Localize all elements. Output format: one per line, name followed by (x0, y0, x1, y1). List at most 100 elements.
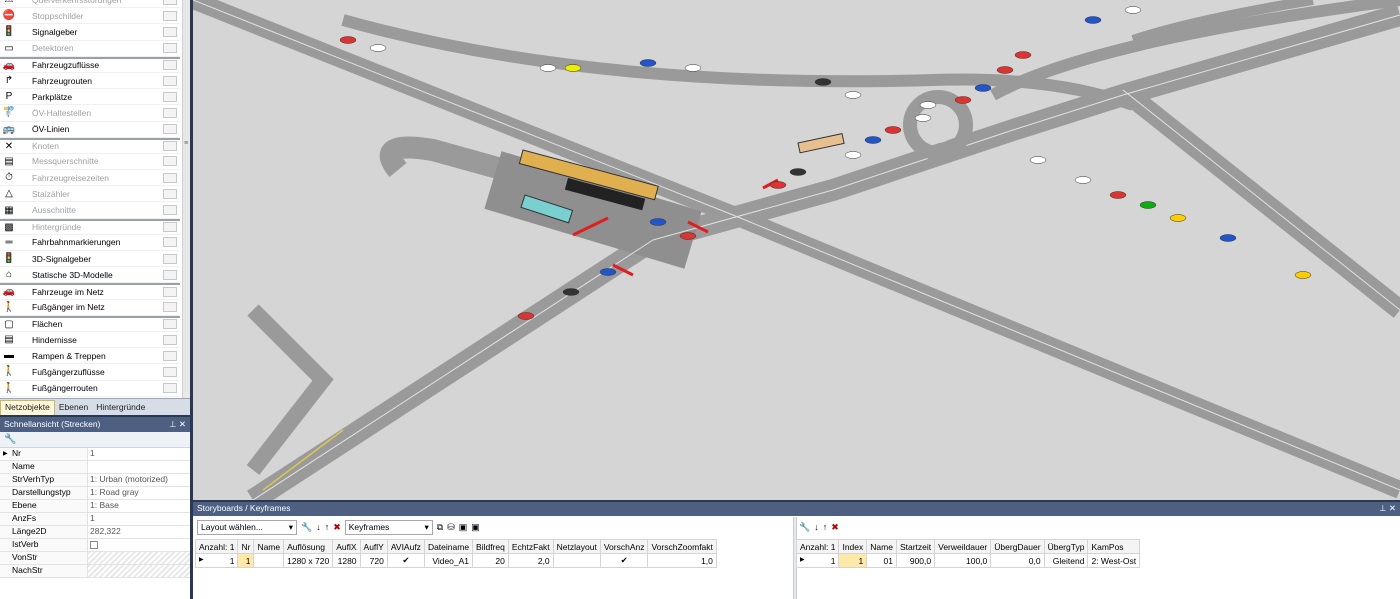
sort-desc-icon[interactable]: ↑ (325, 522, 330, 532)
net-object-row[interactable]: ═ Fahrbahnmarkierungen (0, 235, 180, 251)
net-object-row[interactable]: ⛔ Stoppschilder (0, 8, 180, 25)
quickview-row[interactable]: Name (0, 461, 190, 474)
column-header[interactable]: Startzeit (895, 539, 936, 554)
table-cell[interactable]: 1 (237, 553, 255, 568)
net-object-row[interactable]: 🚗 Fahrzeuge im Netz (0, 283, 180, 300)
quickview-row[interactable]: IstVerb (0, 539, 190, 552)
attribute-value[interactable]: 282,322 (88, 526, 190, 538)
copy-icon[interactable]: ⧉ (437, 522, 443, 533)
net-object-row[interactable]: ▤ Hindernisse (0, 332, 180, 349)
graphic-params-swatch[interactable] (163, 366, 177, 377)
net-object-row[interactable]: ⚠Querverkehrsstörungen (0, 0, 180, 9)
net-object-row[interactable]: ⌂ Statische 3D-Modelle (0, 267, 180, 284)
table-cell[interactable]: 0,0 (990, 553, 1045, 568)
attribute-value[interactable]: 1 (88, 448, 190, 460)
graphic-params-swatch[interactable] (163, 172, 177, 183)
graphic-params-swatch[interactable] (163, 26, 177, 37)
tab-hintergruende[interactable]: Hintergründe (92, 401, 149, 415)
attribute-value[interactable] (88, 461, 190, 473)
column-header[interactable]: Netzlayout (552, 539, 601, 554)
graphic-params-swatch[interactable] (163, 302, 177, 313)
column-header[interactable]: VorschZoomfakt (647, 539, 717, 554)
delete-icon[interactable]: ✖ (831, 522, 839, 533)
quickview-row[interactable]: VonStr (0, 552, 190, 565)
net-object-row[interactable]: ⏱ Fahrzeugreisezeiten (0, 170, 180, 187)
table-cell[interactable]: ▶ 1 (194, 553, 239, 568)
table-row[interactable]: ▶ 1 1 01 900,0 100,0 0,0 Gleitend 2: West-Ost (795, 553, 1141, 568)
column-header[interactable]: Anzahl: 1 (795, 539, 840, 554)
column-header[interactable]: KamPos (1087, 539, 1141, 554)
net-object-row[interactable]: △ Staizähler (0, 186, 180, 203)
column-header[interactable]: Verweildauer (934, 539, 992, 554)
net-object-row[interactable]: ✕ Knoten (0, 137, 180, 154)
table-cell[interactable]: ✔ (599, 553, 649, 568)
table-cell[interactable]: ✔ (386, 553, 425, 568)
table-cell[interactable]: 1 (838, 553, 868, 568)
net-object-row[interactable]: ↱ Fahrzeugrouten (0, 73, 180, 90)
column-header[interactable]: Name (253, 539, 285, 554)
column-header[interactable]: Auflösung (283, 539, 334, 554)
graphic-params-swatch[interactable] (163, 188, 177, 199)
net-object-row[interactable]: 🚦 Signalgeber (0, 24, 180, 41)
quickview-row[interactable]: Ebene 1: Base (0, 500, 190, 513)
graphic-params-swatch[interactable] (163, 141, 177, 152)
table-cell[interactable]: 1,0 (647, 553, 717, 568)
table-cell[interactable]: 20 (472, 553, 509, 568)
network-3d-viewport[interactable] (193, 0, 1400, 500)
sort-asc-icon[interactable]: ↓ (316, 522, 321, 532)
graphic-params-swatch[interactable] (163, 269, 177, 280)
table-cell[interactable]: Gleitend (1043, 553, 1089, 568)
column-header[interactable]: Anzahl: 1 (194, 539, 239, 554)
graphic-params-swatch[interactable] (163, 156, 177, 167)
column-header[interactable]: Name (866, 539, 897, 554)
table-cell[interactable]: ▶ 1 (795, 553, 840, 568)
table-cell[interactable]: 720 (359, 553, 388, 568)
table-cell[interactable]: 1280 (332, 553, 361, 568)
pin-close-icons[interactable]: ⊥ ✕ (169, 419, 186, 430)
storyboards-table[interactable]: Anzahl: 1 Nr Name Auflösung AuflX AuflY AVIAuf… (194, 539, 717, 568)
graphic-params-swatch[interactable] (163, 319, 177, 330)
net-object-row[interactable]: 🚶 Fußgängerzuflüsse (0, 364, 180, 381)
net-object-row[interactable]: P Parkplätze (0, 89, 180, 106)
net-object-row[interactable]: 🚏 ÖV-Haltestellen (0, 105, 180, 122)
quickview-row[interactable]: NachStr (0, 565, 190, 578)
graphic-params-swatch[interactable] (163, 286, 177, 297)
pin-close-icons[interactable]: ⊥ ✕ (1379, 503, 1396, 515)
graphic-params-swatch[interactable] (163, 43, 177, 54)
table-cell[interactable]: 2,0 (507, 553, 554, 568)
table-cell[interactable] (552, 553, 601, 568)
database-icon[interactable]: ⛁ (447, 522, 455, 533)
net-object-row[interactable]: ▤ Messquerschnitte (0, 154, 180, 171)
column-header[interactable]: AuflX (332, 539, 361, 554)
net-object-row[interactable]: 🚌 ÖV-Linien (0, 122, 180, 138)
delete-icon[interactable]: ✖ (333, 522, 341, 533)
net-objects-scrollbar[interactable]: ≡ (182, 0, 190, 415)
keyframes-table[interactable]: Anzahl: 1 Index Name Startzeit Verweildauer Ü… (795, 539, 1141, 568)
column-header[interactable]: Nr (237, 539, 255, 554)
attribute-value[interactable]: 1 (88, 513, 190, 525)
layout-select[interactable]: Layout wählen... (197, 519, 297, 535)
table-cell[interactable] (253, 553, 285, 568)
column-header[interactable]: VorschAnz (599, 539, 649, 554)
graphic-params-swatch[interactable] (163, 253, 177, 264)
graphic-params-swatch[interactable] (163, 334, 177, 345)
column-header[interactable]: Index (838, 539, 868, 554)
keyframes-select[interactable]: Keyframes (344, 519, 433, 535)
save-icon[interactable]: ▣ (459, 522, 468, 533)
net-object-row[interactable]: ▦ Ausschnitte (0, 202, 180, 219)
quickview-row[interactable]: Darstellungstyp 1: Road gray (0, 487, 190, 500)
table-row[interactable]: ▶ 1 1 1280 x 720 1280 720 ✔ Video_A1 20 2,0 ✔ 1,0 (194, 553, 717, 568)
save-as-icon[interactable]: ▣ (471, 522, 480, 533)
graphic-params-swatch[interactable] (163, 350, 177, 361)
net-object-row[interactable]: ▭ Detektoren (0, 41, 180, 57)
net-object-row[interactable]: 🚗 Fahrzeugzuflüsse (0, 56, 180, 73)
table-cell[interactable]: 2: West-Ost (1087, 553, 1141, 568)
attribute-value[interactable]: 1: Urban (motorized) (88, 474, 190, 486)
net-object-row[interactable]: ▩ Hintergründe (0, 218, 180, 235)
column-header[interactable]: AVIAufz (386, 539, 425, 554)
wrench-icon[interactable]: 🔧 (4, 434, 16, 445)
quickview-row[interactable]: StrVerhTyp 1: Urban (motorized) (0, 474, 190, 487)
graphic-params-swatch[interactable] (163, 60, 177, 71)
graphic-params-swatch[interactable] (163, 0, 177, 5)
quickview-row[interactable]: Nr1 (0, 448, 190, 461)
